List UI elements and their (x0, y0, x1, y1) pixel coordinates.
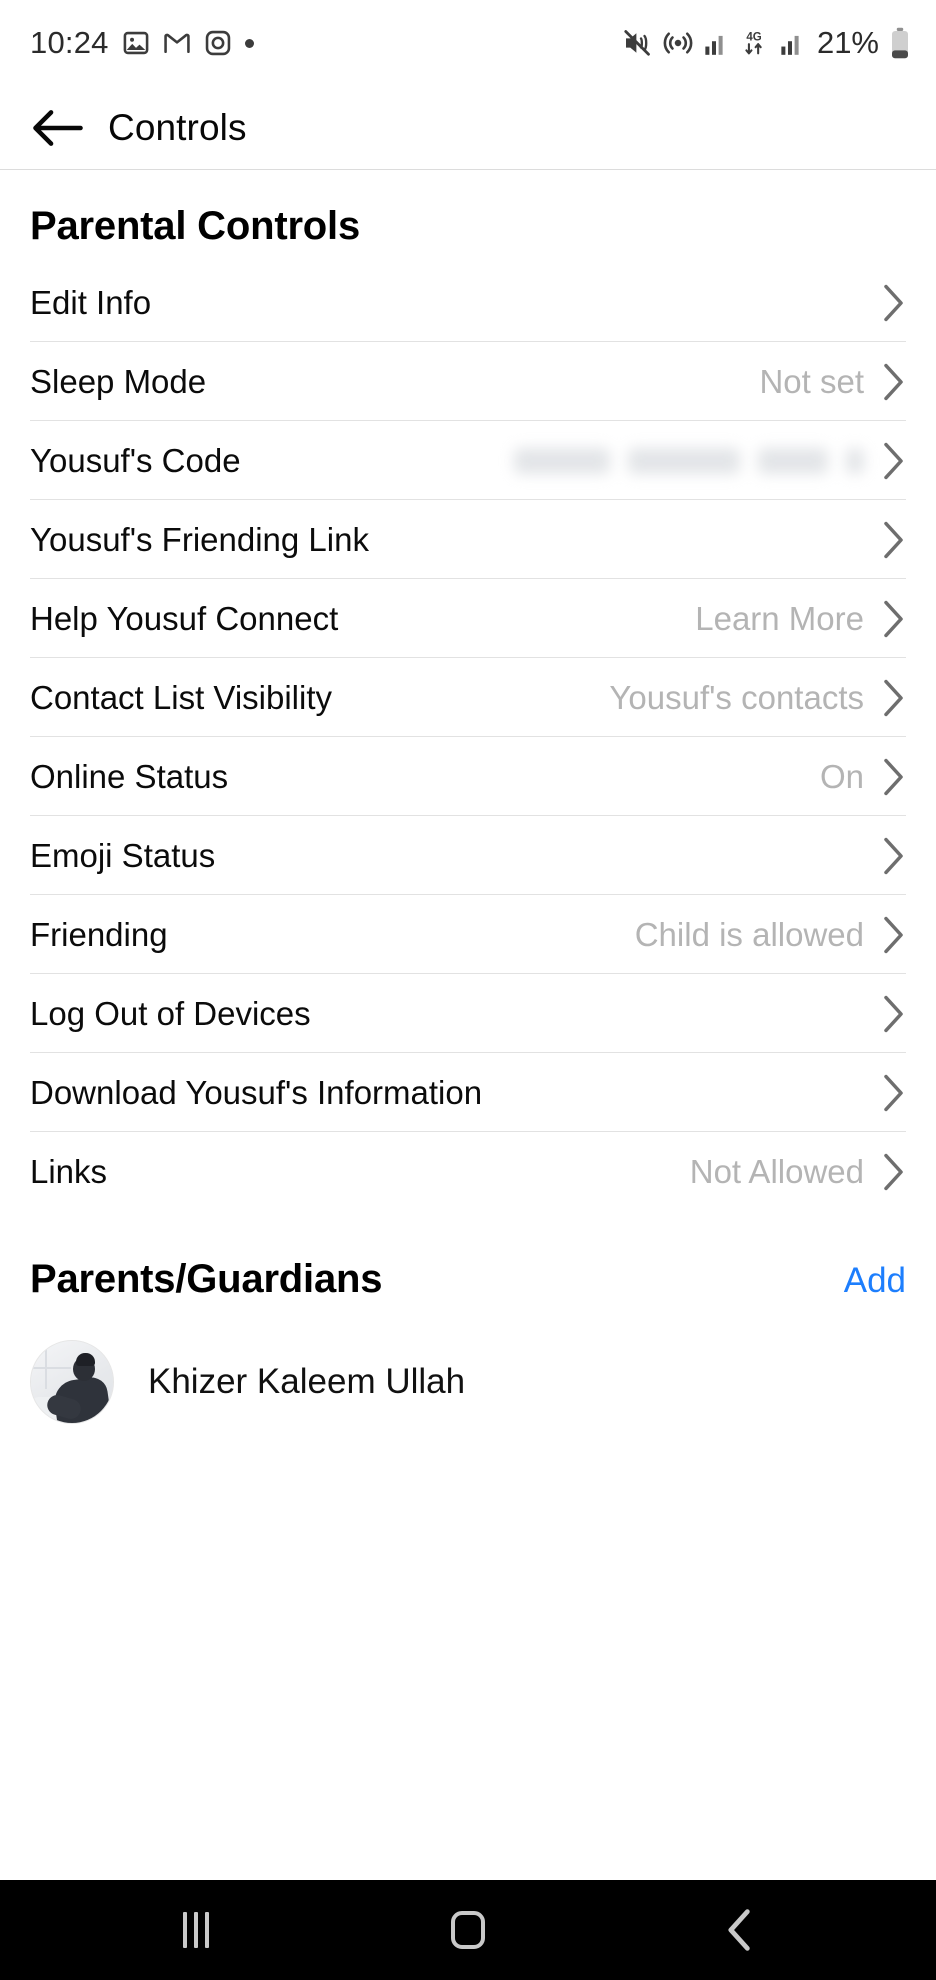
android-nav-bar (0, 1880, 936, 1980)
settings-row[interactable]: Edit Info (0, 263, 936, 342)
settings-row-right (880, 519, 906, 561)
home-icon (451, 1911, 485, 1949)
settings-row-right: Yousuf's contacts (609, 677, 906, 719)
settings-row-label: Yousuf's Friending Link (30, 520, 369, 558)
settings-row-value: Not set (759, 362, 864, 400)
nav-back-button[interactable] (685, 1880, 795, 1980)
settings-row-right: Not set (759, 361, 906, 403)
status-bar-right: 4G 21% (622, 25, 910, 61)
status-bar: 10:24 4G 21% (0, 0, 936, 86)
parental-controls-list: Edit Info Sleep Mode Not set Yousuf's Code Y… (0, 263, 936, 1211)
settings-row[interactable]: Yousuf's Friending Link (0, 500, 936, 579)
chevron-right-icon (880, 361, 906, 403)
settings-row-label: Sleep Mode (30, 362, 207, 400)
chevron-right-icon (880, 993, 906, 1035)
settings-row-value: On (819, 757, 864, 795)
signal-bars-2-icon (780, 30, 804, 56)
settings-row[interactable]: Links Not Allowed (0, 1132, 936, 1211)
guardians-header: Parents/Guardians Add (0, 1257, 936, 1302)
chevron-right-icon (880, 677, 906, 719)
settings-row[interactable]: Sleep Mode Not set (0, 342, 936, 421)
settings-row-right (514, 440, 906, 482)
recents-button[interactable] (141, 1880, 251, 1980)
page-title: Controls (108, 106, 247, 148)
settings-row-value: Not Allowed (689, 1152, 864, 1190)
settings-row-right: Child is allowed (635, 914, 906, 956)
gmail-icon (163, 29, 191, 57)
chevron-right-icon (880, 519, 906, 561)
phone-screen: 10:24 4G 21% Controls Parental Controls … (0, 0, 936, 1980)
settings-row-label: Help Yousuf Connect (30, 599, 339, 637)
guardians-list: Khizer Kaleem Ullah (0, 1316, 936, 1430)
chevron-right-icon (880, 440, 906, 482)
chevron-right-icon (880, 835, 906, 877)
settings-row-right: Learn More (695, 598, 906, 640)
settings-row-right (880, 835, 906, 877)
chevron-right-icon (880, 598, 906, 640)
back-button[interactable] (30, 100, 86, 156)
settings-row-right (880, 282, 906, 324)
guardian-name: Khizer Kaleem Ullah (148, 1362, 466, 1401)
settings-row[interactable]: Download Yousuf's Information (0, 1053, 936, 1132)
settings-row-value: Child is allowed (634, 915, 864, 953)
back-icon (728, 1909, 750, 1951)
settings-row-label: Edit Info (30, 283, 152, 321)
status-bar-left: 10:24 (30, 25, 254, 61)
hotspot-icon (663, 28, 693, 58)
chevron-right-icon (880, 1072, 906, 1114)
settings-row-label: Yousuf's Code (30, 441, 241, 479)
settings-row[interactable]: Log Out of Devices (0, 974, 936, 1053)
chevron-right-icon (880, 914, 906, 956)
home-button[interactable] (413, 1880, 523, 1980)
settings-row-right: Not Allowed (690, 1151, 906, 1193)
instagram-icon (204, 29, 232, 57)
back-arrow-icon (33, 109, 83, 146)
settings-row-label: Contact List Visibility (30, 678, 333, 716)
settings-row-right: On (820, 756, 906, 798)
add-guardian-button[interactable]: Add (844, 1261, 906, 1301)
settings-row-label: Online Status (30, 757, 229, 795)
guardians-title: Parents/Guardians (30, 1257, 383, 1301)
recents-icon (183, 1912, 209, 1948)
avatar (30, 1340, 114, 1424)
parental-controls-title: Parental Controls (30, 204, 360, 248)
settings-content: Parental Controls Edit Info Sleep Mode Not… (0, 170, 936, 1880)
chevron-right-icon (880, 756, 906, 798)
vibrate-mute-icon (622, 28, 652, 58)
settings-row[interactable]: Friending Child is allowed (0, 895, 936, 974)
dot-indicator-icon (244, 38, 254, 48)
settings-row-label: Links (30, 1152, 108, 1190)
settings-row[interactable]: Online Status On (0, 737, 936, 816)
status-bar-clock: 10:24 (30, 25, 109, 60)
settings-row-label: Download Yousuf's Information (30, 1073, 483, 1111)
settings-row-label: Emoji Status (30, 836, 216, 874)
settings-row-value: Yousuf's contacts (609, 678, 864, 716)
app-bar: Controls (0, 86, 936, 170)
svg-text:4G: 4G (746, 32, 761, 44)
battery-icon (890, 27, 910, 59)
gallery-icon (122, 29, 150, 57)
settings-row[interactable]: Contact List Visibility Yousuf's contacts (0, 658, 936, 737)
settings-row[interactable]: Emoji Status (0, 816, 936, 895)
settings-row-value: Learn More (695, 599, 864, 637)
battery-percent-label: 21% (816, 25, 879, 60)
settings-row-label: Log Out of Devices (30, 994, 311, 1032)
settings-row-right (880, 1072, 906, 1114)
settings-row[interactable]: Help Yousuf Connect Learn More (0, 579, 936, 658)
chevron-right-icon (880, 1151, 906, 1193)
settings-row-right (880, 993, 906, 1035)
settings-row-label: Friending (30, 915, 168, 953)
signal-bars-icon (704, 30, 728, 56)
4g-data-icon: 4G (739, 28, 769, 58)
guardian-row[interactable]: Khizer Kaleem Ullah (0, 1334, 936, 1430)
parental-controls-header: Parental Controls (0, 204, 936, 249)
settings-row[interactable]: Yousuf's Code (0, 421, 936, 500)
chevron-right-icon (880, 282, 906, 324)
redacted-value (514, 447, 864, 474)
